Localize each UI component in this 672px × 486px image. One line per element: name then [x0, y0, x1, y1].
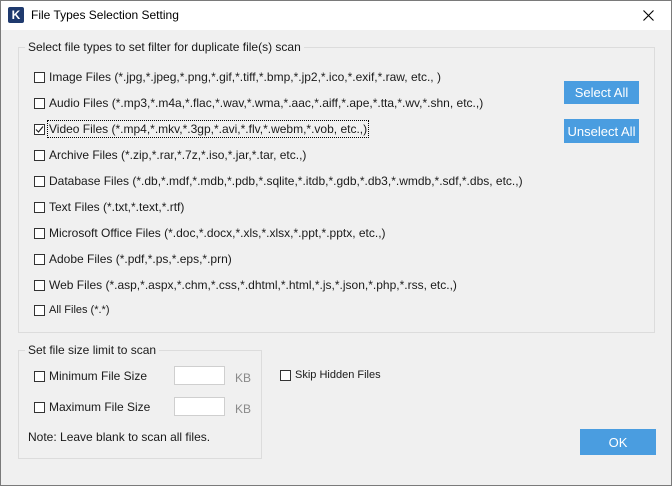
min-size-label: Minimum File Size [49, 369, 148, 383]
file-type-row-database: Database Files (*.db,*.mdf,*.mdb,*.pdb,*… [34, 174, 523, 188]
file-type-label-image: Image Files (*.jpg,*.jpeg,*.png,*.gif,*.… [49, 70, 441, 84]
ok-button[interactable]: OK [580, 429, 656, 455]
file-type-label-archive: Archive Files (*.zip,*.rar,*.7z,*.iso,*.… [49, 148, 307, 162]
file-type-label-web: Web Files (*.asp,*.aspx,*.chm,*.css,*.dh… [49, 278, 457, 292]
file-type-label-all: All Files (*.*) [49, 304, 110, 316]
unselect-all-button[interactable]: Unselect All [564, 119, 639, 143]
file-type-row-adobe: Adobe Files (*.pdf,*.ps,*.eps,*.prn) [34, 252, 232, 266]
file-type-checkbox-adobe[interactable] [34, 253, 45, 265]
file-type-checkbox-all[interactable] [34, 304, 45, 316]
file-type-label-video: Video Files (*.mp4,*.mkv,*.3gp,*.avi,*.f… [46, 120, 370, 138]
file-type-checkbox-image[interactable] [34, 71, 45, 83]
file-type-label-adobe: Adobe Files (*.pdf,*.ps,*.eps,*.prn) [49, 252, 232, 266]
file-type-row-audio: Audio Files (*.mp3,*.m4a,*.flac,*.wav,*.… [34, 96, 483, 110]
min-size-checkbox[interactable] [34, 370, 45, 382]
file-size-legend: Set file size limit to scan [25, 343, 160, 357]
file-type-row-archive: Archive Files (*.zip,*.rar,*.7z,*.iso,*.… [34, 148, 306, 162]
dialog-window: K File Types Selection Setting Select fi… [0, 0, 672, 486]
file-type-checkbox-archive[interactable] [34, 149, 45, 161]
file-types-legend: Select file types to set filter for dupl… [25, 40, 304, 54]
skip-hidden-label: Skip Hidden Files [295, 369, 381, 381]
file-type-checkbox-audio[interactable] [34, 97, 45, 109]
file-type-row-web: Web Files (*.asp,*.aspx,*.chm,*.css,*.dh… [34, 278, 457, 292]
select-all-button[interactable]: Select All [564, 81, 639, 104]
file-type-row-office: Microsoft Office Files (*.doc,*.docx,*.x… [34, 226, 386, 240]
file-type-checkbox-office[interactable] [34, 227, 45, 239]
file-type-label-office: Microsoft Office Files (*.doc,*.docx,*.x… [49, 226, 386, 240]
close-icon [643, 10, 654, 21]
file-type-row-image: Image Files (*.jpg,*.jpeg,*.png,*.gif,*.… [34, 70, 441, 84]
file-type-checkbox-text[interactable] [34, 201, 45, 213]
file-type-label-text: Text Files (*.txt,*.text,*.rtf) [49, 200, 185, 214]
file-type-checkbox-video[interactable] [34, 123, 45, 135]
max-size-checkbox[interactable] [34, 401, 45, 413]
title-bar[interactable]: K File Types Selection Setting [1, 1, 671, 30]
close-button[interactable] [626, 1, 671, 30]
file-type-row-text: Text Files (*.txt,*.text,*.rtf) [34, 200, 184, 214]
file-type-row-all: All Files (*.*) [34, 304, 110, 316]
file-type-label-database: Database Files (*.db,*.mdf,*.mdb,*.pdb,*… [49, 174, 523, 188]
file-type-row-video: Video Files (*.mp4,*.mkv,*.3gp,*.avi,*.f… [34, 120, 370, 138]
file-type-checkbox-database[interactable] [34, 175, 45, 187]
skip-hidden-row: Skip Hidden Files [280, 369, 381, 381]
min-size-input[interactable] [174, 366, 225, 385]
checkmark-icon [35, 125, 44, 133]
max-size-unit: KB [235, 402, 252, 416]
skip-hidden-checkbox[interactable] [280, 369, 291, 381]
max-size-row: Maximum File Size [34, 400, 150, 414]
min-size-row: Minimum File Size [34, 369, 147, 383]
window-title: File Types Selection Setting [31, 8, 179, 22]
max-size-label: Maximum File Size [49, 400, 151, 414]
min-size-unit: KB [235, 371, 252, 385]
app-logo-icon: K [8, 7, 24, 23]
file-type-checkbox-web[interactable] [34, 279, 45, 291]
file-type-label-audio: Audio Files (*.mp3,*.m4a,*.flac,*.wav,*.… [49, 96, 484, 110]
size-note: Note: Leave blank to scan all files. [28, 430, 211, 444]
max-size-input[interactable] [174, 397, 225, 416]
